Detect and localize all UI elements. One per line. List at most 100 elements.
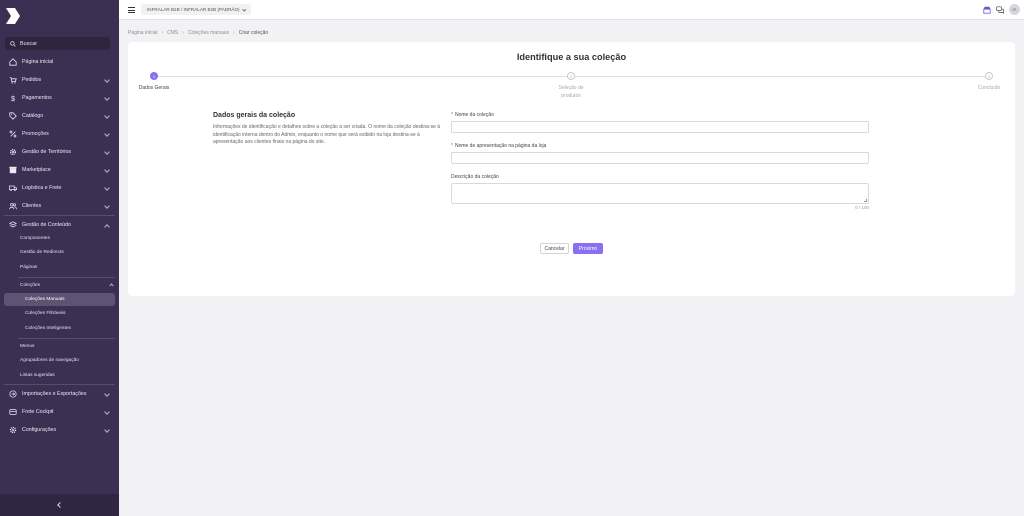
sidebar-menu: Página inicial Pedidos $ Pagamentos Catá… — [0, 53, 119, 215]
section-title: Dados gerais da coleção — [213, 112, 296, 119]
cockpit-icon — [9, 408, 17, 416]
sidebar-item-label: Pagamentos — [22, 95, 52, 101]
sidebar-subitem-nav-groups[interactable]: Agrupadores de navegação — [20, 358, 79, 363]
chevron-down-icon — [104, 77, 110, 83]
search-label: Buscar — [20, 40, 38, 47]
step-1-label: Dados Gerais — [138, 85, 170, 91]
chevron-right-icon: › — [182, 30, 184, 36]
sidebar-item-frete-cockpit[interactable]: Frete Cockpit — [0, 403, 119, 421]
display-name-label: * Nome de apresentação na página da loja — [451, 143, 546, 149]
sidebar-item-customers[interactable]: Clientes — [0, 197, 119, 215]
breadcrumb-cms[interactable]: CMS — [167, 30, 178, 36]
store-selector-label: INFRALAR B2B / INFRALAR B2B (PADRÃO) — [147, 7, 240, 12]
breadcrumb-home[interactable]: Página inicial — [128, 30, 157, 36]
sidebar-subitem-redirects[interactable]: Gestão de Redirects — [20, 250, 64, 255]
chevron-down-icon — [104, 131, 110, 137]
chevron-up-icon — [109, 282, 114, 288]
chat-icon[interactable] — [996, 6, 1004, 14]
store-selector[interactable]: INFRALAR B2B / INFRALAR B2B (PADRÃO) — [141, 4, 252, 15]
sidebar-item-label: Catálogo — [22, 113, 44, 119]
sidebar-item-logistics[interactable]: Logística e Frete — [0, 179, 119, 197]
sidebar-item-label: Frete Cockpit — [22, 409, 54, 415]
sidebar-subitem-filterable-collections[interactable]: Coleções Filtráveis — [25, 311, 66, 316]
import-icon — [9, 390, 17, 398]
sidebar-item-label: Gestão de Territórios — [22, 149, 72, 155]
store-icon[interactable] — [983, 6, 991, 14]
sidebar-item-payments[interactable]: $ Pagamentos — [0, 89, 119, 107]
chevron-down-icon — [104, 113, 110, 119]
sidebar-subitem-manual-collections[interactable]: Coleções Manuais — [25, 297, 64, 302]
sidebar-item-label: Importações e Exportações — [22, 391, 87, 397]
required-mark: * — [451, 143, 453, 149]
sidebar-item-label: Gestão de Conteúdo — [22, 222, 71, 228]
collection-name-label: * Nome da coleção — [451, 112, 494, 118]
sidebar-item-content[interactable]: Gestão de Conteúdo — [0, 216, 119, 234]
settings-icon — [9, 426, 17, 434]
sidebar-subitem-pages[interactable]: Páginas — [20, 265, 37, 270]
create-collection-card: Identifique a sua coleção 1 2 3 Dados Ge… — [128, 42, 1015, 296]
step-number: 2 — [569, 73, 573, 79]
label-text: Nome de apresentação na página da loja — [454, 143, 547, 149]
sidebar-item-label: Logística e Frete — [22, 185, 62, 191]
page-title: Identifique a sua coleção — [516, 52, 627, 62]
next-button[interactable]: Próximo — [573, 243, 603, 254]
cancel-button[interactable]: Cancelar — [540, 243, 569, 254]
chevron-down-icon — [242, 7, 246, 11]
gear-icon — [9, 148, 17, 156]
step-2-label: Seleção de produtos — [558, 85, 584, 99]
truck-icon — [9, 184, 17, 192]
required-mark: * — [451, 112, 453, 118]
breadcrumb: Página inicial › CMS › Coleções manuais … — [128, 30, 268, 36]
layers-icon — [9, 221, 17, 229]
divider — [18, 338, 115, 339]
brand-logo-icon[interactable] — [5, 7, 21, 25]
chevron-down-icon — [104, 391, 110, 397]
breadcrumb-manual-collections[interactable]: Coleções manuais — [188, 30, 229, 36]
stepper-line — [158, 76, 571, 77]
sidebar-item-import-export[interactable]: Importações e Exportações — [0, 385, 119, 403]
collection-description-textarea[interactable] — [451, 183, 869, 204]
sidebar-item-settings[interactable]: Configurações — [0, 421, 119, 439]
sidebar-subitem-components[interactable]: Componentes — [20, 236, 50, 241]
dollar-icon: $ — [9, 94, 17, 102]
sidebar-subitem-collections[interactable]: Coleções — [20, 283, 40, 288]
sidebar-item-orders[interactable]: Pedidos — [0, 71, 119, 89]
store-icon — [9, 166, 17, 174]
chevron-down-icon — [104, 185, 110, 191]
chevron-down-icon — [104, 409, 110, 415]
avatar-initials: IA — [1012, 7, 1017, 12]
label-text: Nome da coleção — [454, 112, 494, 118]
sidebar-subitem-suggested-lists[interactable]: Listas sugeridas — [20, 373, 55, 378]
step-3-label: Concluído — [977, 85, 1001, 91]
search-input[interactable]: Buscar — [5, 37, 110, 50]
collapse-sidebar-button[interactable] — [0, 494, 119, 516]
collection-name-input[interactable] — [451, 121, 869, 133]
chevron-right-icon: › — [161, 30, 164, 36]
sidebar-subitem-smart-collections[interactable]: Coleções Inteligentes — [25, 326, 71, 331]
home-icon — [9, 58, 17, 66]
sidebar-item-label: Marketplace — [22, 167, 51, 173]
step-number: 3 — [987, 73, 991, 79]
search-icon — [10, 40, 16, 47]
chevron-down-icon — [104, 149, 110, 155]
sidebar-subitem-menus[interactable]: Menus — [20, 344, 34, 349]
resize-handle-icon[interactable] — [864, 199, 867, 202]
user-avatar[interactable]: IA — [1009, 4, 1020, 15]
tag-icon — [9, 112, 17, 120]
chevron-down-icon — [104, 95, 110, 101]
hamburger-menu-icon[interactable] — [128, 7, 135, 14]
sidebar-item-catalog[interactable]: Catálogo — [0, 107, 119, 125]
users-icon — [9, 202, 17, 210]
chevron-left-icon — [56, 502, 63, 508]
sidebar-item-territories[interactable]: Gestão de Territórios — [0, 143, 119, 161]
sidebar-item-label: Configurações — [22, 427, 57, 433]
chevron-down-icon — [104, 167, 110, 173]
sidebar-item-home[interactable]: Página inicial — [0, 53, 119, 71]
display-name-input[interactable] — [451, 152, 869, 164]
breadcrumb-current: Criar coleção — [238, 30, 269, 36]
sidebar-item-marketplace[interactable]: Marketplace — [0, 161, 119, 179]
step-number: 1 — [152, 73, 156, 79]
sidebar-item-label: Clientes — [22, 203, 42, 209]
sidebar-item-label: Pedidos — [22, 77, 42, 83]
sidebar-item-promotions[interactable]: Promoções — [0, 125, 119, 143]
